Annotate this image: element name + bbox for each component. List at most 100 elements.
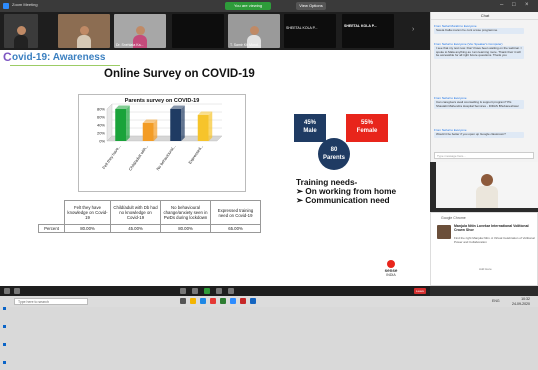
male-badge: 45% Male [294,114,326,142]
record-icon[interactable] [216,288,222,294]
view-options-button[interactable]: View Options [296,2,326,10]
shared-slide: C ovid-19: Awareness Online Survey on CO… [0,50,430,286]
app-title: Zoom Meeting [12,2,38,7]
slide-title: ovid-19: Awareness [12,52,106,63]
table-corner-cell [39,201,65,225]
file-explorer-icon[interactable] [190,298,196,304]
chart-bar [142,123,154,141]
chat-header: Chat [431,12,538,20]
edge-icon[interactable] [200,298,206,304]
title-underline [10,65,120,66]
mute-icon[interactable] [4,288,10,294]
video-tile[interactable] [172,14,224,48]
chat-input[interactable]: Type message here... [434,152,534,159]
video-tile[interactable] [58,14,110,48]
slide-logo-letter: C [3,50,12,64]
survey-table: Felt they have knowledge on Covid-19 Chi… [38,200,261,233]
leave-button[interactable]: Leave [414,288,426,294]
table-cell: 65.00% [210,224,261,233]
taskbar-clock[interactable]: 10:32 24-09-2020 [512,297,530,306]
chart-category-label: No behavioural... [155,144,176,172]
chart-bar [197,115,209,141]
title-bar: Zoom Meeting You are viewing View Option… [0,0,538,12]
chart-bar-side [153,119,158,141]
video-tile[interactable]: SHEETAL KOLA P... [284,14,336,48]
video-tile[interactable] [4,14,38,48]
chart-bar-side [126,105,130,141]
zoom-app-icon [3,3,9,9]
female-badge: 55% Female [346,114,388,142]
training-needs: Training needs- ➢ On working from home ➢… [296,177,416,206]
parents-count: 80 [330,147,338,153]
male-label: Male [303,128,317,134]
close-icon[interactable]: × [525,2,529,8]
chart-category-label: Felt they have... [101,144,121,170]
video-tile[interactable]: SHEETAL KOLA P... [342,14,394,48]
video-tile[interactable]: Dr. Snehlata Ka... [114,14,166,48]
notification-header: Google Chrome [441,216,466,220]
chat-icon[interactable] [192,288,198,294]
share-screen-icon[interactable] [204,288,210,294]
chat-message: From Nehal to Everyone (Via: Speaker's C… [434,42,524,59]
table-header-row: Felt they have knowledge on Covid-19 Chi… [39,200,261,225]
chart-bar [115,109,127,141]
language-indicator[interactable]: ENG [492,299,500,303]
reactions-icon[interactable] [228,288,234,294]
maximize-icon[interactable]: □ [512,2,516,8]
male-percent: 45% [303,120,316,126]
zoom-taskbar-icon[interactable] [230,298,236,304]
sense-india-logo: sense INDIA [378,260,404,282]
chart-ytick-label: 0% [99,139,105,144]
video-tile[interactable]: T. Samir Kh Mond... [228,14,280,48]
chrome-notification[interactable]: Google Chrome Manjula Nitin Lovekar Inte… [430,212,538,286]
chart-ytick-label: 60% [97,115,105,120]
table-cell: 45.00% [110,224,161,233]
chat-message: From Nehal to Everyone Would it be bette… [434,128,524,138]
table-cell: 80.00% [160,224,211,233]
excel-icon[interactable] [220,298,226,304]
powerpoint-icon[interactable] [240,298,246,304]
participants-icon[interactable] [180,288,186,294]
chart-ytick-label: 80% [97,107,105,112]
self-video[interactable] [436,162,538,208]
video-strip: Dr. Snehlata Ka... T. Samir Kh Mond... S… [0,12,430,50]
table-cell: 80.00% [64,224,111,233]
meeting-controls: Leave [0,286,430,296]
chat-message: From Nehal to Everyone Can caregivers av… [434,96,524,110]
video-icon[interactable] [14,288,20,294]
windows-taskbar: Type here to search ENG 10:32 24-09-2020 [0,296,538,364]
table-row: Percent 80.00% 45.00% 80.00% 65.00% [38,224,261,233]
notification-title: Manjula Nitin Lovekar International Voli… [454,224,529,233]
chart-bar-side [208,111,213,141]
table-header-cell: Child/adult with Db had no knowledge on … [110,200,161,225]
chart-ytick-label: 40% [97,123,105,128]
taskbar-search[interactable]: Type here to search [14,298,88,305]
survey-chart: Parents survey on COVID-19 80% 60% 40% 20% 0… [78,94,246,192]
word-icon[interactable] [250,298,256,304]
survey-title: Online Survey on COVID-19 [104,68,255,80]
table-header-cell: No behavioural change/anxiety seen in Pw… [160,200,211,225]
chart-bar-side [181,105,185,141]
training-item: ➢ Communication need [296,195,390,206]
notification-body: Find the right Manjula Nitin. A Virtual … [454,236,535,244]
parents-circle: 80 Parents [318,138,350,170]
logo-mark-icon [387,260,395,268]
notification-thumbnail [437,225,451,239]
chat-panel: Chat From Nehal Murabi to Everyone Sweta… [430,12,538,162]
windows-start-icon[interactable] [3,298,10,364]
parents-label: Parents [322,155,345,161]
chart-canvas: 80% 60% 40% 20% 0%Felt they have... Child/adu… [97,103,223,172]
chrome-icon[interactable] [210,298,216,304]
chart-bar [170,109,182,141]
viewing-indicator[interactable]: You are viewing [225,2,271,10]
female-percent: 55% [360,120,373,126]
chat-message: From Nehal Murabi to Everyone Sweta Kall… [434,24,524,34]
minimize-icon[interactable]: – [500,2,503,8]
table-header-cell: Expressed training need on Covid-19 [210,200,261,225]
table-header-cell: Felt they have knowledge on Covid-19 [64,200,111,225]
notification-action[interactable]: Add Here [479,267,492,271]
female-label: Female [356,128,378,134]
task-view-icon[interactable] [180,298,186,304]
table-row-label: Percent [38,224,65,233]
next-page-icon[interactable]: › [412,26,414,33]
